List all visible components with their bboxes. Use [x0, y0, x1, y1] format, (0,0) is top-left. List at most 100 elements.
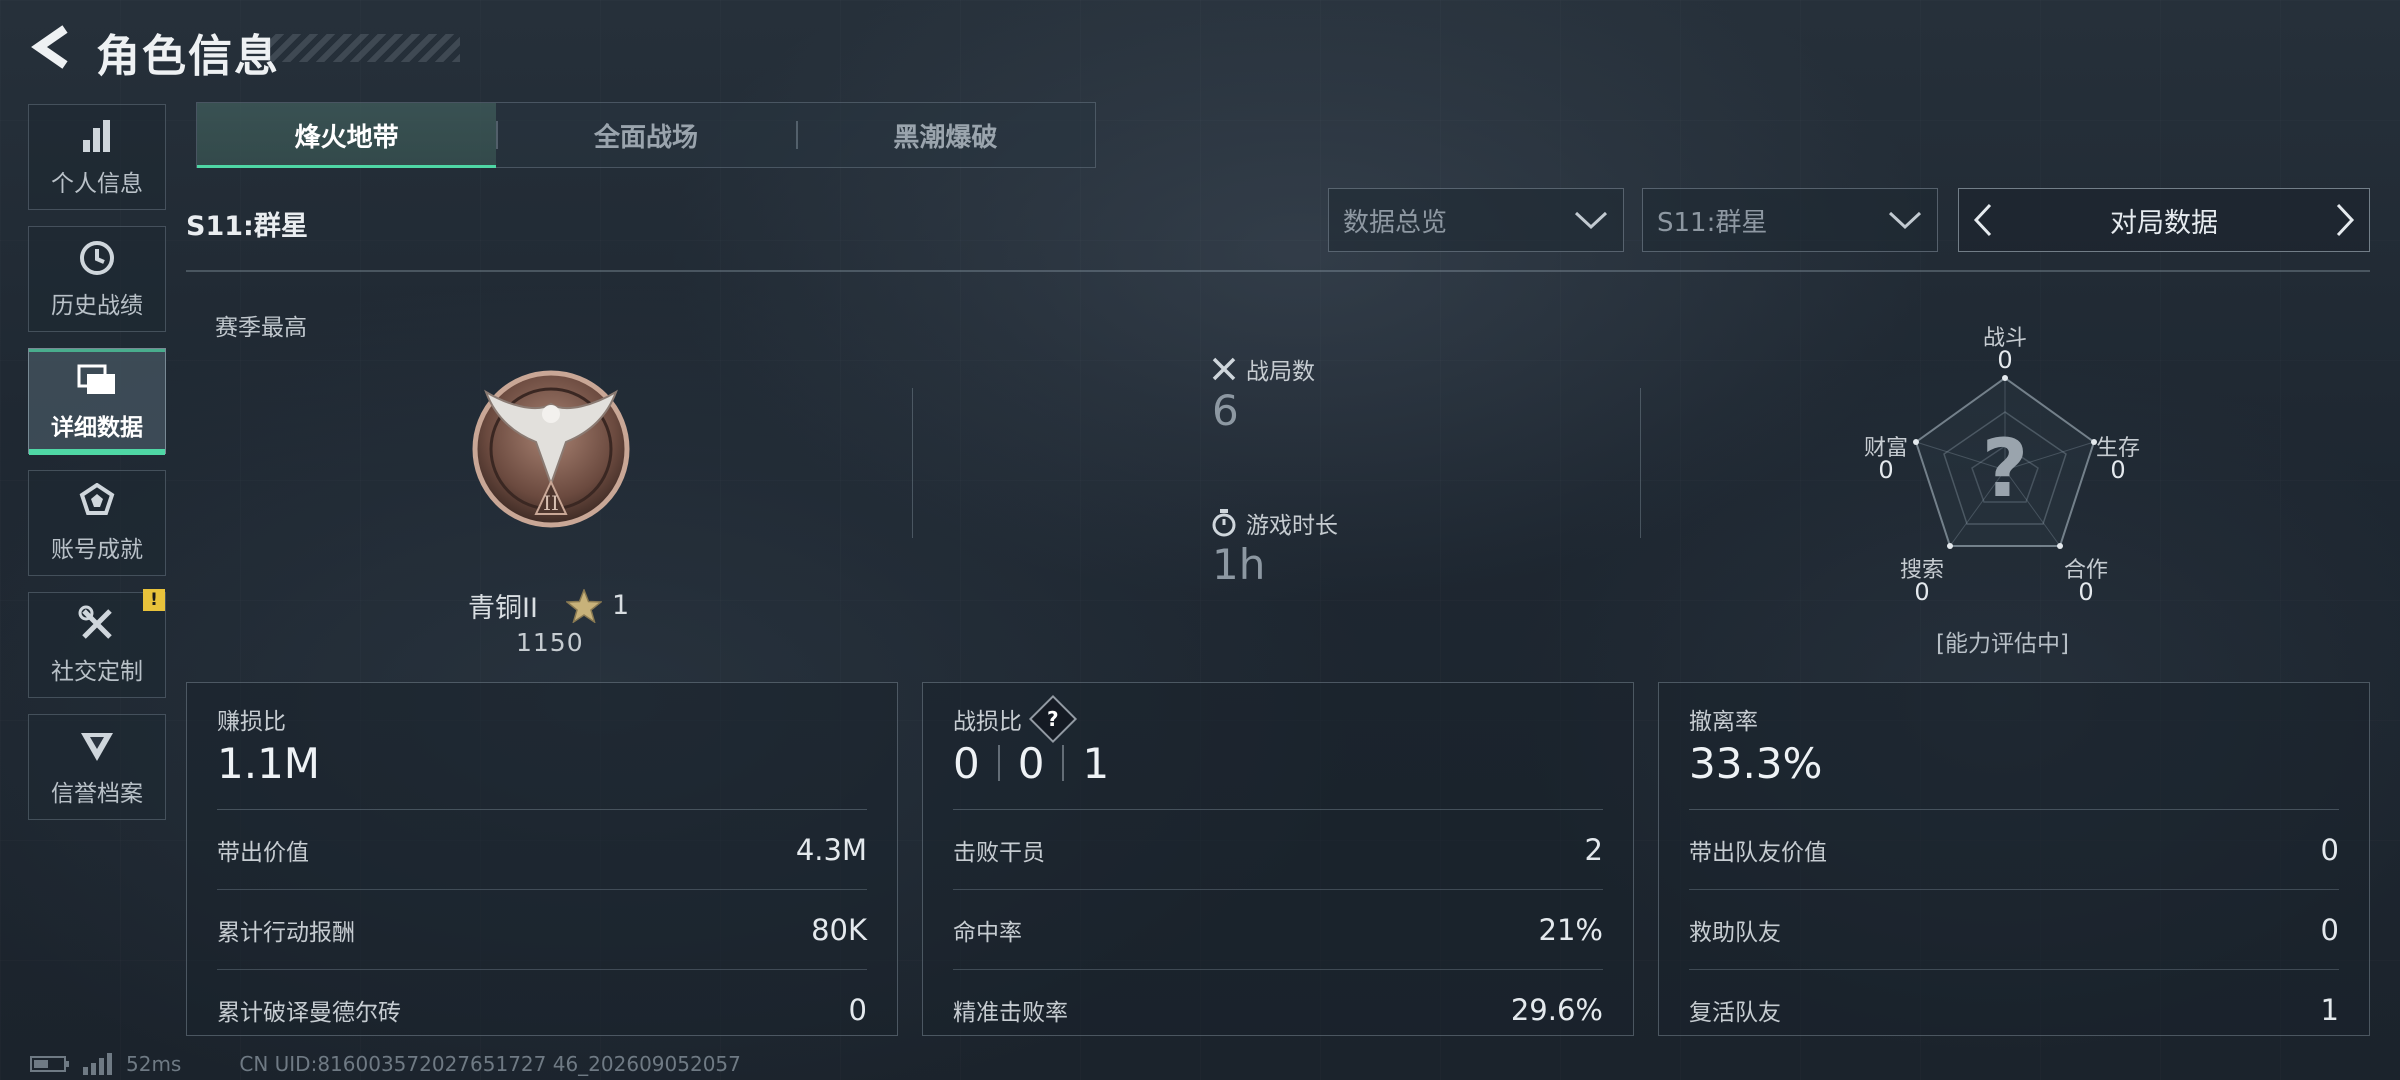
clock-icon: [77, 238, 117, 278]
rank-row: 青铜II 1: [468, 586, 629, 625]
ability-radar: ? 战斗 0 生存 0 合作 0 搜索 0 财富 0: [1850, 320, 2160, 606]
data-type-dropdown[interactable]: 数据总览: [1328, 188, 1624, 252]
sidebar-item-label: 信誉档案: [51, 781, 143, 807]
card-main-value: 33.3%: [1689, 738, 1823, 788]
battery-icon: [30, 1056, 69, 1072]
season-dropdown[interactable]: S11:群星: [1642, 188, 1938, 252]
kd-values: 0 0 1: [953, 737, 1603, 789]
pager-prev-button[interactable]: [1959, 189, 2007, 251]
user-uid: CN UID:816003572027651727 46_20260905205…: [239, 1052, 741, 1076]
row-value: 2: [1584, 832, 1603, 867]
kd-value: 0: [953, 738, 980, 788]
chevron-down-icon: [1574, 211, 1608, 230]
card-title: 赚损比: [217, 709, 286, 735]
sidebar-item-detailed-data[interactable]: 详细数据: [28, 348, 166, 455]
extraction-card: 撤离率 33.3% 带出队友价值 0 救助队友 0 复活队友 1: [1658, 682, 2370, 1036]
row-label: 救助队友: [1689, 919, 1781, 946]
radar-center-mark: ?: [1982, 422, 2028, 515]
medal-numeral: II: [543, 491, 559, 515]
list-item: 救助队友 0: [1689, 890, 2339, 970]
sidebar-item-reputation[interactable]: 信誉档案: [28, 714, 166, 820]
back-button[interactable]: [26, 22, 76, 72]
sidebar-item-label: 历史战绩: [51, 293, 143, 319]
sidebar-item-label: 详细数据: [51, 415, 143, 441]
row-label: 精准击败率: [953, 1000, 1068, 1026]
list-item: 复活队友 1: [1689, 970, 2339, 1050]
divider: [997, 745, 1000, 781]
divider: [912, 388, 913, 538]
row-label: 累计行动报酬: [217, 919, 355, 946]
page-title: 角色信息: [96, 31, 280, 82]
rank-score: 1150: [516, 628, 584, 657]
card-title: 战损比: [953, 709, 1022, 735]
radar-value-search: 0: [1914, 578, 1930, 606]
list-item: 命中率 21%: [953, 890, 1603, 970]
rank-stars: 1: [611, 590, 630, 621]
shield-icon: [77, 726, 117, 766]
tab-black-tide[interactable]: 黑潮爆破: [795, 103, 1095, 167]
sidebar-item-history[interactable]: 历史战绩: [28, 226, 166, 332]
star-icon: [565, 588, 602, 623]
matches-label: 战局数: [1246, 359, 1315, 385]
row-label: 复活队友: [1689, 1000, 1781, 1026]
kd-value: 1: [1082, 738, 1110, 788]
list-item: 累计破译曼德尔砖 0: [217, 970, 867, 1050]
stopwatch-icon: [1210, 509, 1238, 537]
back-arrow-icon: [31, 25, 68, 69]
row-label: 命中率: [953, 919, 1022, 946]
tools-icon: [77, 604, 117, 644]
sidebar-item-label: 社交定制: [51, 659, 143, 685]
profit-card: 赚损比 1.1M 带出价值 4.3M 累计行动报酬 80K 累计破译曼德尔砖 0: [186, 682, 898, 1036]
row-value: 29.6%: [1510, 993, 1603, 1027]
kd-value: 0: [1017, 738, 1045, 788]
row-label: 带出队友价值: [1689, 839, 1827, 866]
combat-card: 战损比 ? 0 0 1 击败干员 2 命中率 21% 精准击败率 29.6%: [922, 682, 1634, 1036]
tab-full-battlefield[interactable]: 全面战场: [496, 103, 795, 167]
row-label: 带出价值: [217, 839, 309, 866]
playtime-stat-header: 游戏时长: [1210, 506, 1338, 540]
folders-icon: [77, 360, 117, 400]
card-rows: 带出队友价值 0 救助队友 0 复活队友 1: [1689, 809, 2339, 1050]
card-rows: 击败干员 2 命中率 21% 精准击败率 29.6%: [953, 809, 1603, 1050]
radar-value-combat: 0: [1997, 346, 2013, 374]
sidebar-item-label: 账号成就: [51, 537, 143, 563]
title-decoration: [268, 34, 460, 62]
status-footer: 52ms CN UID:816003572027651727 46_202609…: [30, 1052, 741, 1076]
sidebar-item-achievements[interactable]: 账号成就: [28, 470, 166, 576]
radar-value-survival: 0: [2110, 456, 2126, 484]
sidebar-item-social[interactable]: ! 社交定制: [28, 589, 166, 698]
chevron-left-icon: [1973, 203, 1992, 237]
season-best-label: 赛季最高: [215, 315, 307, 341]
matches-value: 6: [1212, 386, 1239, 435]
playtime-label: 游戏时长: [1246, 513, 1338, 539]
card-rows: 带出价值 4.3M 累计行动报酬 80K 累计破译曼德尔砖 0: [217, 809, 867, 1050]
bar-chart-icon: [77, 116, 117, 156]
row-value: 0: [2320, 912, 2339, 947]
chevron-right-icon: [2336, 203, 2355, 237]
help-icon: ?: [1047, 706, 1059, 731]
season-title: S11:群星: [186, 211, 308, 242]
mode-tabs: 烽火地带 全面战场 黑潮爆破: [196, 102, 1096, 168]
data-pager: 对局数据: [1958, 188, 2370, 252]
crossed-swords-icon: [1210, 355, 1238, 383]
notification-badge: !: [143, 589, 165, 611]
help-button[interactable]: ?: [1028, 694, 1078, 744]
sidebar-item-personal-info[interactable]: 个人信息: [28, 104, 166, 210]
list-item: 精准击败率 29.6%: [953, 970, 1603, 1050]
radar-status-note: [能力评估中]: [1936, 631, 2069, 657]
rank-medal-icon: II: [466, 364, 636, 542]
playtime-value: 1h: [1212, 540, 1266, 589]
row-label: 击败干员: [953, 839, 1045, 866]
pager-next-button[interactable]: [2321, 189, 2369, 251]
row-value: 0: [2320, 832, 2339, 867]
row-value: 1: [2320, 993, 2339, 1027]
signal-icon: [83, 1053, 112, 1075]
sidebar: 个人信息 历史战绩 详细数据 账号成就 ! 社交定制 信誉档案: [28, 104, 166, 836]
pager-label: 对局数据: [2110, 207, 2218, 239]
card-title-row: 战损比 ?: [953, 694, 1603, 744]
dropdown-value: 数据总览: [1343, 207, 1448, 238]
row-value: 0: [848, 993, 867, 1027]
tab-firezone[interactable]: 烽火地带: [197, 103, 497, 168]
sidebar-item-label: 个人信息: [51, 171, 143, 197]
row-value: 21%: [1538, 912, 1603, 947]
